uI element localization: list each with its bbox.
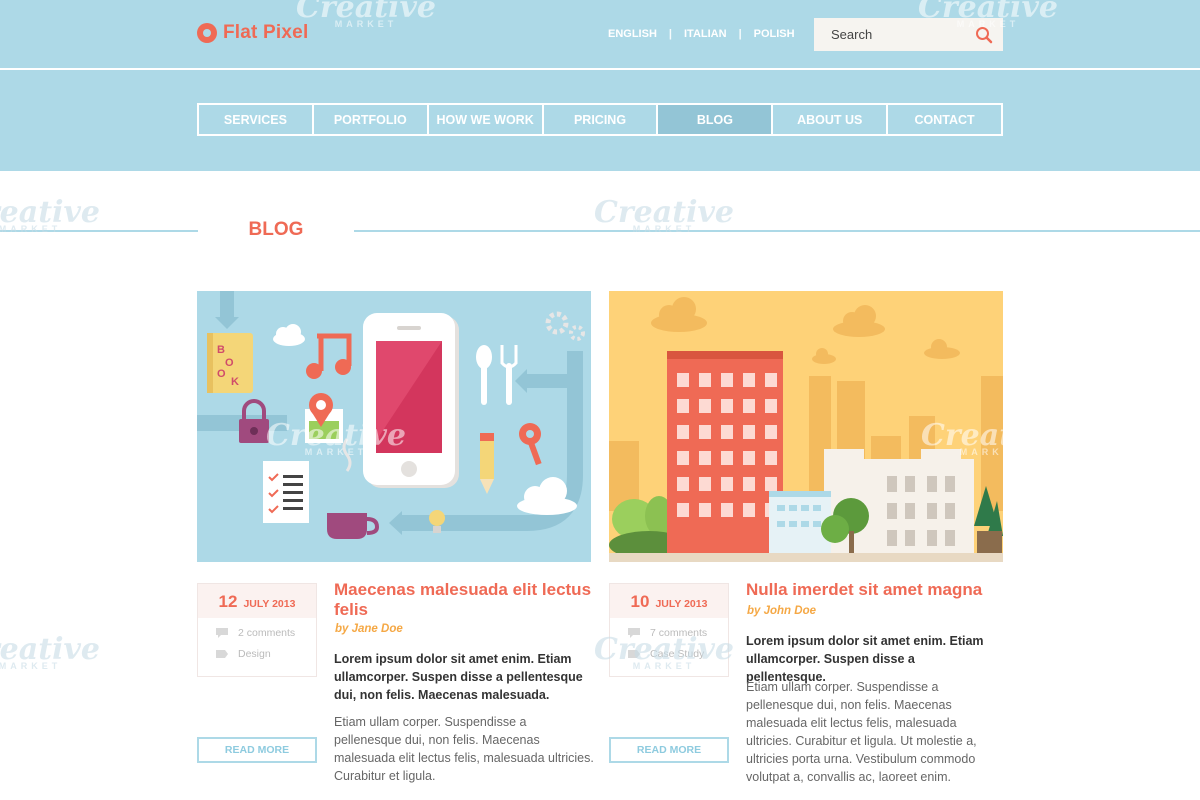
post-image-illustration[interactable]: B O O K [197, 291, 591, 562]
city-illustration [609, 297, 1003, 562]
nav-portfolio[interactable]: PORTFOLIO [314, 105, 429, 134]
lang-polish[interactable]: POLISH [754, 28, 795, 40]
tag-icon [628, 650, 640, 658]
search-icon[interactable] [975, 26, 993, 44]
lang-italian[interactable]: ITALIAN [684, 28, 727, 40]
svg-text:O: O [225, 357, 234, 369]
lang-separator: | [738, 28, 742, 40]
search-input[interactable] [814, 27, 964, 42]
nav-pricing[interactable]: PRICING [544, 105, 659, 134]
post-day: 12 [218, 592, 238, 611]
post-category[interactable]: Case Study [627, 648, 728, 660]
logo-text: Flat Pixel [223, 22, 309, 43]
header-divider [0, 68, 1200, 70]
post-comments[interactable]: 7 comments [627, 627, 728, 639]
post-date: 10 JULY 2013 [610, 584, 728, 618]
logo-icon [197, 23, 217, 43]
post-author[interactable]: by Jane Doe [335, 623, 403, 635]
post-category-label: Case Study [650, 648, 705, 660]
section-rule-left [0, 230, 198, 232]
svg-text:B: B [217, 344, 225, 356]
read-more-button[interactable]: READ MORE [197, 737, 317, 763]
read-more-button[interactable]: READ MORE [609, 737, 729, 763]
lang-english[interactable]: ENGLISH [608, 28, 657, 40]
main-nav: SERVICES PORTFOLIO HOW WE WORK PRICING B… [197, 103, 1003, 136]
lang-separator: | [668, 28, 672, 40]
logo[interactable]: Flat Pixel [197, 22, 308, 44]
comment-icon [628, 628, 640, 638]
comment-icon [216, 628, 228, 638]
site-header: Flat Pixel ENGLISH | ITALIAN | POLISH SE… [0, 0, 1200, 171]
tag-icon [216, 650, 228, 658]
post-month: JULY 2013 [243, 598, 296, 610]
post-date: 12 JULY 2013 [198, 584, 316, 618]
watermark: CreativeMARKET [0, 632, 100, 671]
post-title[interactable]: Nulla imerdet sit amet magna [746, 580, 1006, 600]
nav-services[interactable]: SERVICES [199, 105, 314, 134]
post-author[interactable]: by John Doe [747, 605, 816, 617]
nav-blog[interactable]: BLOG [658, 105, 774, 134]
post-month: JULY 2013 [655, 598, 708, 610]
smartphone-illustration: B O O K [197, 291, 585, 539]
post-date-box: 10 JULY 2013 7 comments Case Study [609, 583, 729, 677]
section-rule-right [354, 230, 1200, 232]
svg-text:K: K [231, 376, 239, 388]
watermark: CreativeMARKET [0, 195, 100, 234]
post-body: Etiam ullam corper. Suspendisse a pellen… [746, 680, 977, 784]
post-body: Etiam ullam corper. Suspendisse a pellen… [334, 715, 594, 783]
post-comments-label: 7 comments [650, 627, 708, 639]
section-title: BLOG [248, 219, 304, 240]
post-lead: Lorem ipsum dolor sit amet enim. Etiam u… [334, 652, 583, 702]
search-box [814, 18, 1003, 51]
post-title[interactable]: Maecenas malesuada elit lectus felis [334, 580, 594, 620]
nav-about-us[interactable]: ABOUT US [773, 105, 889, 134]
post-comments-label: 2 comments [238, 627, 296, 639]
nav-contact[interactable]: CONTACT [888, 105, 1001, 134]
post-category[interactable]: Design [215, 648, 316, 660]
svg-text:O: O [217, 368, 226, 380]
post-image-city[interactable] [609, 291, 1003, 562]
language-switcher: ENGLISH | ITALIAN | POLISH [608, 28, 795, 40]
post-comments[interactable]: 2 comments [215, 627, 316, 639]
post-date-box: 12 JULY 2013 2 comments Design [197, 583, 317, 677]
post-day: 10 [630, 592, 650, 611]
watermark: CreativeMARKET [594, 195, 734, 234]
post-category-label: Design [238, 648, 271, 660]
nav-how-we-work[interactable]: HOW WE WORK [429, 105, 544, 134]
